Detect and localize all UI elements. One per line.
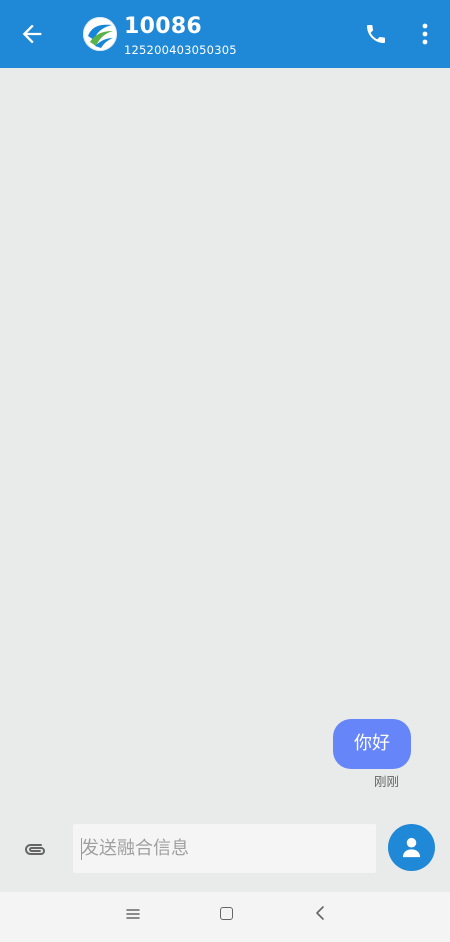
phone-icon (367, 25, 385, 43)
attachment-button[interactable] (21, 838, 51, 862)
outgoing-message-bubble[interactable]: 你好 (333, 719, 411, 769)
message-timestamp: 刚刚 (374, 774, 400, 789)
conversation-header: 10086 125200403050305 (0, 0, 450, 68)
person-icon (402, 837, 421, 858)
back-chevron-icon[interactable] (314, 905, 326, 921)
contact-button[interactable] (388, 824, 435, 871)
message-list[interactable]: 你好 刚刚 (0, 68, 450, 810)
paperclip-icon (25, 844, 45, 855)
back-button[interactable] (18, 20, 46, 48)
menu-icon[interactable] (126, 908, 140, 920)
call-button[interactable] (364, 22, 388, 46)
contact-title: 10086 (124, 14, 203, 39)
china-mobile-logo-icon (82, 16, 118, 52)
contact-subtitle: 125200403050305 (124, 43, 237, 57)
more-options-button[interactable] (413, 20, 437, 48)
text-caret (81, 838, 82, 860)
message-input[interactable] (73, 824, 376, 873)
more-vert-icon (422, 23, 428, 45)
system-navigation-bar (0, 892, 450, 942)
arrow-left-icon (22, 24, 42, 44)
home-square-icon[interactable] (220, 907, 233, 920)
message-composer (0, 810, 450, 892)
